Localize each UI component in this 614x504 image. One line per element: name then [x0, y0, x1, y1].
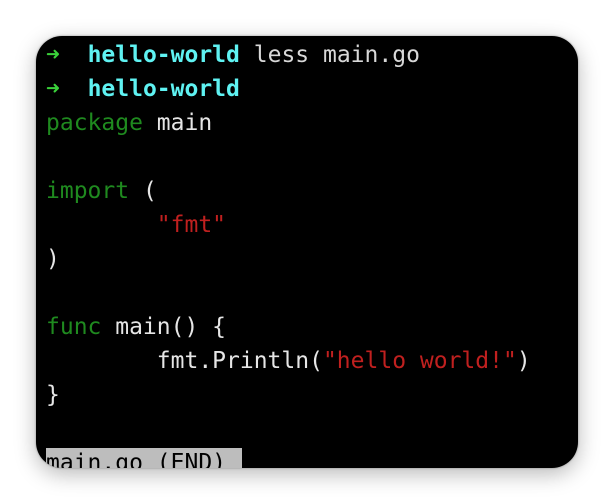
prompt-directory: hello-world — [87, 42, 240, 68]
import-string-fmt: "fmt" — [156, 212, 227, 238]
prompt-arrow-icon: ➜ — [46, 42, 60, 68]
println-string: "hello world!" — [322, 348, 517, 374]
prompt-line-2: ➜ hello-world — [46, 72, 240, 106]
import-open-paren: ( — [129, 178, 157, 204]
prompt-command: less main.go — [253, 42, 420, 68]
terminal-window[interactable]: ➜ hello-world less main.go ➜ hello-world… — [36, 36, 578, 468]
code-line-println: fmt.Println("hello world!") — [46, 344, 531, 378]
func-signature: main() { — [101, 314, 227, 340]
prompt-line-1: ➜ hello-world less main.go — [46, 38, 420, 72]
println-close: ) — [516, 348, 531, 374]
println-call: fmt.Println( — [156, 348, 323, 374]
func-close-brace: } — [46, 382, 60, 408]
prompt-arrow-icon: ➜ — [46, 76, 60, 102]
code-line-import-fmt: "fmt" — [46, 208, 226, 242]
code-line-func: func main() { — [46, 310, 226, 344]
code-line-import: import ( — [46, 174, 157, 208]
prompt-directory: hello-world — [87, 76, 240, 102]
code-line-func-close: } — [46, 378, 60, 412]
code-line-package: package main — [46, 106, 212, 140]
code-line-import-close: ) — [46, 242, 60, 276]
keyword-package: package — [46, 110, 143, 136]
keyword-import: import — [46, 178, 130, 204]
keyword-func: func — [46, 314, 102, 340]
import-close-paren: ) — [46, 246, 60, 272]
pager-status-line: main.go (END) — [46, 448, 242, 468]
package-name: main — [142, 110, 213, 136]
